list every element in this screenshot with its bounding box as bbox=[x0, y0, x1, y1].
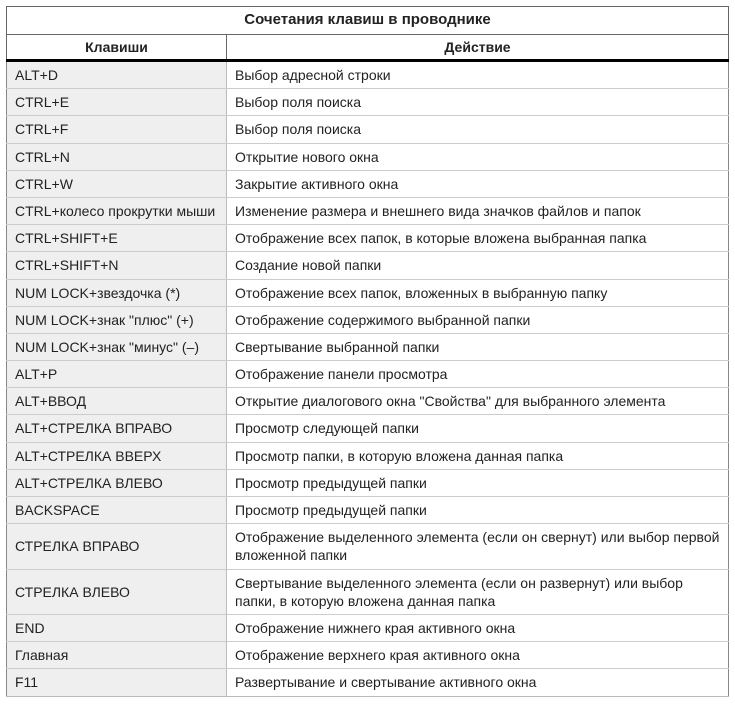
table-row: ALT+СТРЕЛКА ВЛЕВОПросмотр предыдущей пап… bbox=[7, 469, 729, 496]
key-cell: ALT+D bbox=[7, 61, 227, 89]
table-row: CTRL+FВыбор поля поиска bbox=[7, 116, 729, 143]
header-action: Действие bbox=[227, 35, 729, 61]
action-cell: Выбор адресной строки bbox=[227, 61, 729, 89]
shortcuts-page: Сочетания клавиш в проводнике Клавиши Де… bbox=[0, 0, 735, 705]
key-cell: NUM LOCK+звездочка (*) bbox=[7, 279, 227, 306]
action-cell: Отображение панели просмотра bbox=[227, 361, 729, 388]
shortcuts-table: Сочетания клавиш в проводнике Клавиши Де… bbox=[6, 6, 729, 697]
table-row: CTRL+EВыбор поля поиска bbox=[7, 89, 729, 116]
key-cell: CTRL+E bbox=[7, 89, 227, 116]
action-cell: Отображение нижнего края активного окна bbox=[227, 614, 729, 641]
action-cell: Просмотр следующей папки bbox=[227, 415, 729, 442]
table-row: BACKSPACEПросмотр предыдущей папки bbox=[7, 497, 729, 524]
table-row: ALT+СТРЕЛКА ВВЕРХПросмотр папки, в котор… bbox=[7, 442, 729, 469]
key-cell: CTRL+F bbox=[7, 116, 227, 143]
key-cell: ALT+ВВОД bbox=[7, 388, 227, 415]
key-cell: CTRL+SHIFT+N bbox=[7, 252, 227, 279]
table-row: CTRL+SHIFT+EОтображение всех папок, в ко… bbox=[7, 225, 729, 252]
action-cell: Свертывание выбранной папки bbox=[227, 333, 729, 360]
table-row: CTRL+SHIFT+NСоздание новой папки bbox=[7, 252, 729, 279]
action-cell: Просмотр папки, в которую вложена данная… bbox=[227, 442, 729, 469]
table-row: NUM LOCK+звездочка (*)Отображение всех п… bbox=[7, 279, 729, 306]
key-cell: ALT+СТРЕЛКА ВПРАВО bbox=[7, 415, 227, 442]
table-row: F11Развертывание и свертывание активного… bbox=[7, 669, 729, 696]
key-cell: ALT+СТРЕЛКА ВВЕРХ bbox=[7, 442, 227, 469]
header-keys: Клавиши bbox=[7, 35, 227, 61]
action-cell: Отображение выделенного элемента (если о… bbox=[227, 524, 729, 569]
table-row: NUM LOCK+знак "минус" (–)Свертывание выб… bbox=[7, 333, 729, 360]
action-cell: Развертывание и свертывание активного ок… bbox=[227, 669, 729, 696]
key-cell: NUM LOCK+знак "минус" (–) bbox=[7, 333, 227, 360]
key-cell: CTRL+колесо прокрутки мыши bbox=[7, 197, 227, 224]
key-cell: ALT+P bbox=[7, 361, 227, 388]
key-cell: CTRL+W bbox=[7, 170, 227, 197]
action-cell: Отображение содержимого выбранной папки bbox=[227, 306, 729, 333]
table-row: СТРЕЛКА ВПРАВООтображение выделенного эл… bbox=[7, 524, 729, 569]
key-cell: NUM LOCK+знак "плюс" (+) bbox=[7, 306, 227, 333]
key-cell: CTRL+SHIFT+E bbox=[7, 225, 227, 252]
action-cell: Просмотр предыдущей папки bbox=[227, 469, 729, 496]
action-cell: Создание новой папки bbox=[227, 252, 729, 279]
table-row: ENDОтображение нижнего края активного ок… bbox=[7, 614, 729, 641]
key-cell: CTRL+N bbox=[7, 143, 227, 170]
table-row: ALT+ВВОДОткрытие диалогового окна "Свойс… bbox=[7, 388, 729, 415]
action-cell: Закрытие активного окна bbox=[227, 170, 729, 197]
action-cell: Отображение верхнего края активного окна bbox=[227, 642, 729, 669]
key-cell: СТРЕЛКА ВЛЕВО bbox=[7, 569, 227, 614]
table-header-row: Клавиши Действие bbox=[7, 35, 729, 61]
table-row: ALT+DВыбор адресной строки bbox=[7, 61, 729, 89]
key-cell: ALT+СТРЕЛКА ВЛЕВО bbox=[7, 469, 227, 496]
key-cell: Главная bbox=[7, 642, 227, 669]
action-cell: Выбор поля поиска bbox=[227, 116, 729, 143]
table-row: ALT+СТРЕЛКА ВПРАВОПросмотр следующей пап… bbox=[7, 415, 729, 442]
action-cell: Отображение всех папок, в которые вложен… bbox=[227, 225, 729, 252]
table-row: СТРЕЛКА ВЛЕВОСвертывание выделенного эле… bbox=[7, 569, 729, 614]
action-cell: Открытие диалогового окна "Свойства" для… bbox=[227, 388, 729, 415]
table-row: ALT+PОтображение панели просмотра bbox=[7, 361, 729, 388]
action-cell: Просмотр предыдущей папки bbox=[227, 497, 729, 524]
action-cell: Свертывание выделенного элемента (если о… bbox=[227, 569, 729, 614]
table-row: NUM LOCK+знак "плюс" (+)Отображение соде… bbox=[7, 306, 729, 333]
table-row: ГлавнаяОтображение верхнего края активно… bbox=[7, 642, 729, 669]
key-cell: END bbox=[7, 614, 227, 641]
table-row: CTRL+NОткрытие нового окна bbox=[7, 143, 729, 170]
key-cell: F11 bbox=[7, 669, 227, 696]
table-title: Сочетания клавиш в проводнике bbox=[6, 6, 729, 34]
action-cell: Изменение размера и внешнего вида значко… bbox=[227, 197, 729, 224]
action-cell: Открытие нового окна bbox=[227, 143, 729, 170]
table-row: CTRL+WЗакрытие активного окна bbox=[7, 170, 729, 197]
action-cell: Отображение всех папок, вложенных в выбр… bbox=[227, 279, 729, 306]
key-cell: BACKSPACE bbox=[7, 497, 227, 524]
action-cell: Выбор поля поиска bbox=[227, 89, 729, 116]
key-cell: СТРЕЛКА ВПРАВО bbox=[7, 524, 227, 569]
table-row: CTRL+колесо прокрутки мышиИзменение разм… bbox=[7, 197, 729, 224]
